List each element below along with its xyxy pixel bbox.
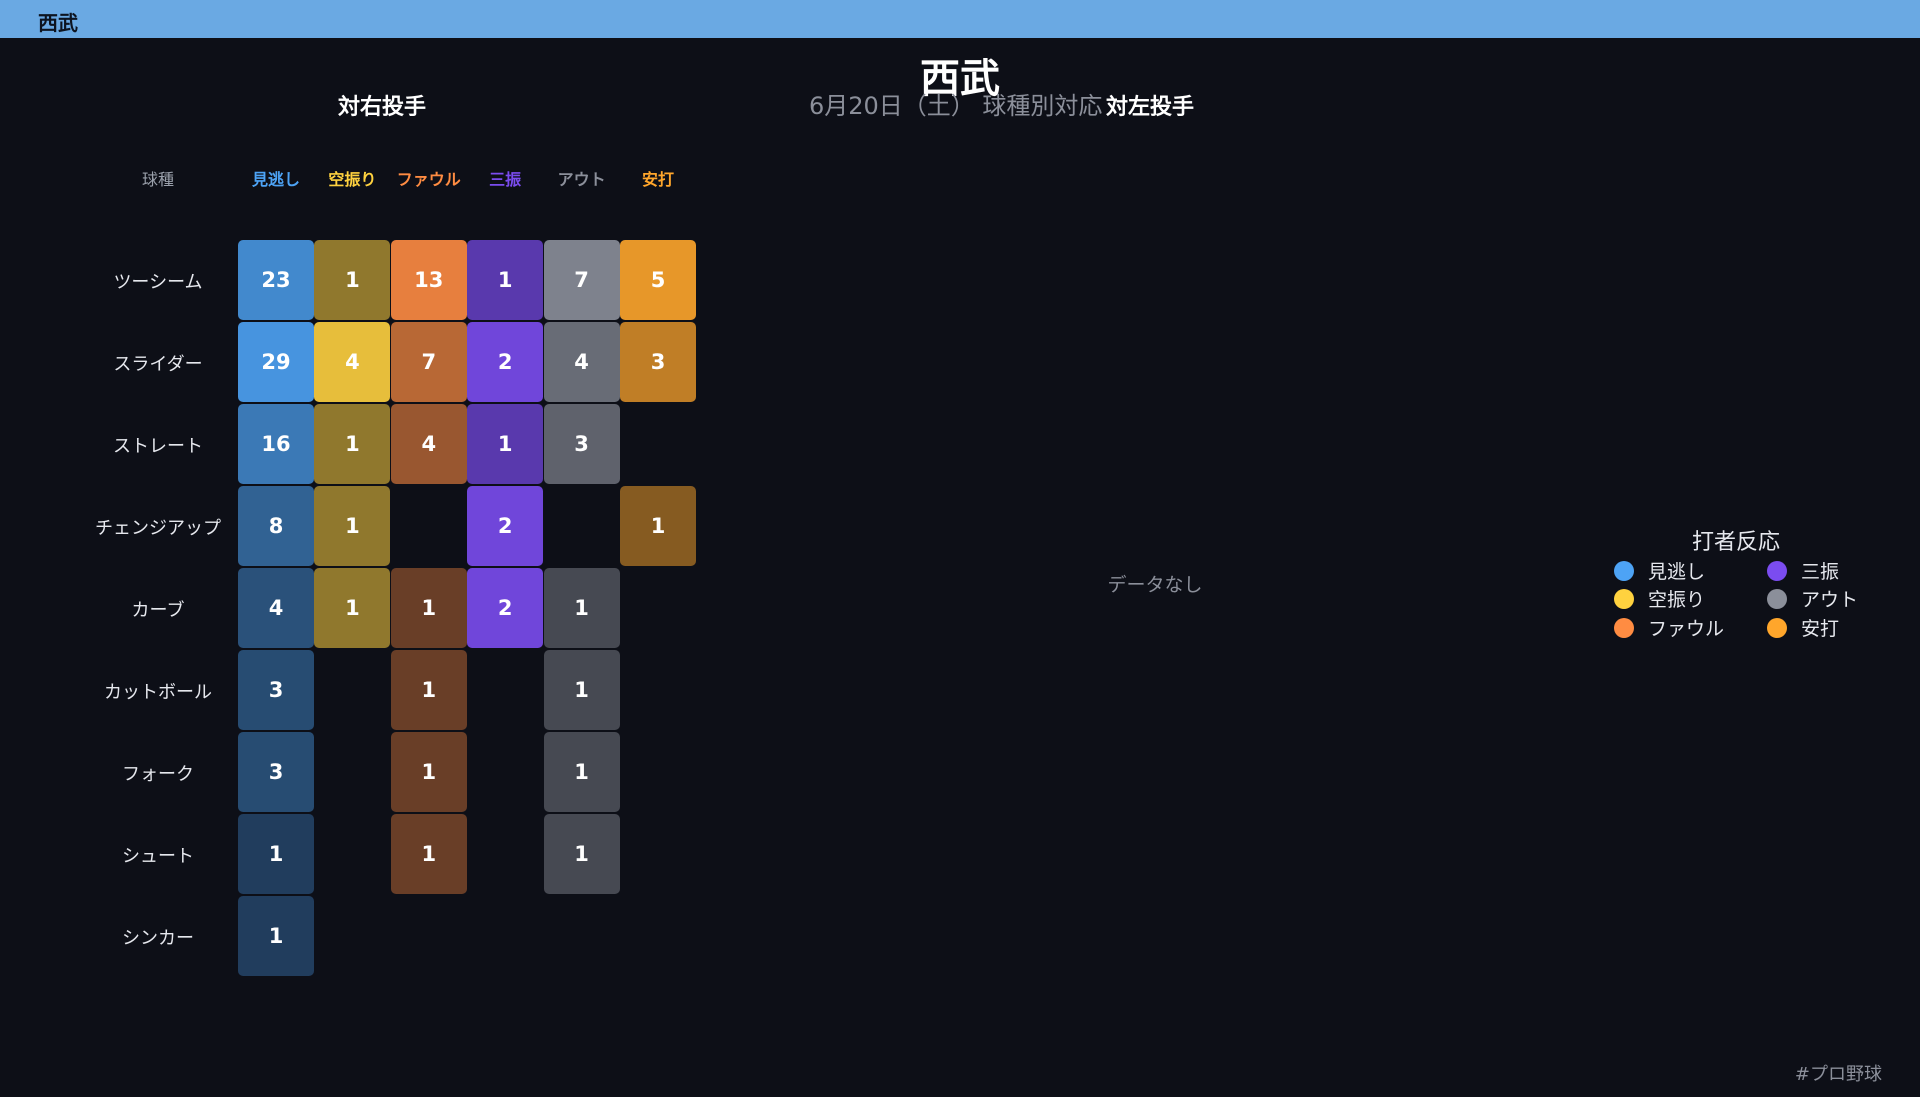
legend-dot <box>1767 617 1787 638</box>
chart-subtitle: 6月20日（土） 球種別対応 <box>809 92 1103 120</box>
heatmap-cell: 29 <box>238 322 314 402</box>
column-header: 三振 <box>489 170 522 189</box>
heatmap-cell: 1 <box>314 486 391 566</box>
heatmap-cell: 1 <box>314 568 391 648</box>
heatmap-cell: 1 <box>543 732 620 812</box>
panel-title-right-pitcher: 対右投手 <box>338 95 427 120</box>
legend-item: アウト <box>1767 585 1858 612</box>
legend-item: 三振 <box>1767 557 1839 584</box>
heatmap-cell: 1 <box>390 650 467 730</box>
heatmap-cell: 13 <box>390 240 467 320</box>
heatmap-cell: 8 <box>238 486 314 566</box>
heatmap-cell: 1 <box>467 240 544 320</box>
heatmap-cell: 23 <box>238 240 314 320</box>
heatmap-cell: 3 <box>238 732 314 812</box>
topbar-title: 西武 <box>38 11 78 35</box>
heatmap-cell: 3 <box>620 322 696 402</box>
heatmap-cell: 1 <box>238 814 314 894</box>
heatmap-cell: 2 <box>467 486 544 566</box>
column-header: アウト <box>557 170 606 189</box>
heatmap-cell: 2 <box>467 568 544 648</box>
legend-label: アウト <box>1801 589 1859 611</box>
heatmap-cell: 4 <box>314 322 391 402</box>
row-label: チェンジアップ <box>95 518 221 539</box>
heatmap-cell: 4 <box>390 404 467 484</box>
legend-dot <box>1614 560 1634 581</box>
legend-item: 空振り <box>1614 585 1705 612</box>
row-label: カットボール <box>104 682 212 703</box>
heatmap-cell: 16 <box>238 404 314 484</box>
row-label: ストレート <box>113 436 203 457</box>
heatmap-cell: 1 <box>543 814 620 894</box>
legend-label: ファウル <box>1648 618 1725 640</box>
heatmap-cell: 1 <box>620 486 696 566</box>
column-header: ファウル <box>396 170 461 189</box>
legend-label: 三振 <box>1801 561 1840 583</box>
pitch-type-header: 球種 <box>141 170 174 189</box>
row-label: シンカー <box>122 928 194 949</box>
row-label: ツーシーム <box>113 272 203 293</box>
heatmap-cell: 3 <box>543 404 620 484</box>
legend-label: 安打 <box>1801 618 1840 640</box>
legend-label: 見逃し <box>1648 561 1706 583</box>
column-header: 空振り <box>328 170 377 189</box>
row-label: シュート <box>122 846 194 867</box>
legend-item: 安打 <box>1767 614 1839 641</box>
heatmap-cell: 1 <box>314 404 391 484</box>
column-header: 見逃し <box>251 170 300 189</box>
column-header: 安打 <box>641 170 674 189</box>
heatmap-cell: 1 <box>543 568 620 648</box>
row-label: フォーク <box>122 764 194 785</box>
top-bar: 西武 <box>0 0 1920 38</box>
heatmap-cell: 3 <box>238 650 314 730</box>
legend-dot <box>1614 588 1634 609</box>
legend-dot <box>1614 617 1634 638</box>
heatmap-cell: 1 <box>543 650 620 730</box>
legend-item: ファウル <box>1614 614 1724 641</box>
heatmap-cell: 1 <box>238 896 314 976</box>
heatmap-cell: 4 <box>543 322 620 402</box>
heatmap-cell: 7 <box>543 240 620 320</box>
no-data-label: データなし <box>1107 574 1203 596</box>
row-label: カーブ <box>131 600 185 621</box>
hashtag: #プロ野球 <box>1794 1064 1882 1085</box>
heatmap-cell: 5 <box>620 240 696 320</box>
legend-title: 打者反応 <box>1692 530 1781 555</box>
legend-dot <box>1767 560 1787 581</box>
legend-dot <box>1767 588 1787 609</box>
heatmap-cell: 1 <box>467 404 544 484</box>
heatmap-cell: 7 <box>390 322 467 402</box>
heatmap-cell: 1 <box>390 814 467 894</box>
heatmap-cell: 1 <box>390 732 467 812</box>
heatmap-cell: 1 <box>314 240 391 320</box>
legend-label: 空振り <box>1648 589 1706 611</box>
legend-item: 見逃し <box>1614 557 1705 584</box>
panel-title-left-pitcher: 対左投手 <box>1106 95 1195 120</box>
heatmap-cell: 1 <box>390 568 467 648</box>
heatmap-cell: 4 <box>238 568 314 648</box>
heatmap-cell: 2 <box>467 322 544 402</box>
row-label: スライダー <box>113 354 203 375</box>
